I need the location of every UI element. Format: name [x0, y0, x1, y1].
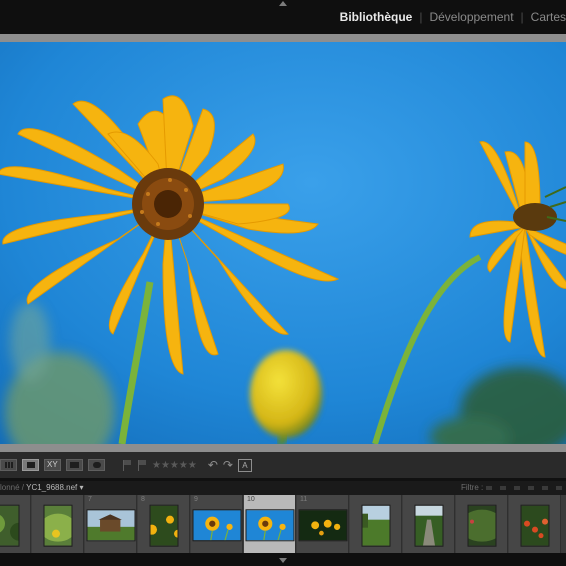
filmstrip-cell-index: 11 [300, 496, 308, 503]
filmstrip-cell[interactable] [509, 495, 561, 553]
module-separator: | [419, 10, 423, 24]
filmstrip-thumbnail[interactable] [361, 504, 390, 547]
face-detection-icon[interactable]: A [237, 458, 252, 472]
filmstrip[interactable]: 7 8 9 10 11 [0, 495, 566, 553]
rotate-left-icon[interactable]: ↶ [208, 458, 218, 472]
viewer-bottom-border [0, 444, 566, 452]
rotate-right-icon[interactable]: ↷ [223, 458, 233, 472]
filter-controls[interactable] [486, 486, 566, 490]
photo-viewer[interactable] [0, 42, 566, 444]
filmstrip-thumbnail[interactable] [245, 509, 294, 542]
filmstrip-thumbnail[interactable] [414, 504, 443, 547]
filmstrip-cell[interactable] [0, 495, 31, 553]
module-bar: Bibliothèque | Développement | Cartes [0, 0, 566, 34]
library-toolbar: XY ★★★★★ ↶ ↷ A [0, 452, 566, 478]
people-view-button[interactable] [88, 459, 105, 471]
filmstrip-cell-index: 7 [88, 496, 92, 503]
module-develop[interactable]: Développement [429, 10, 513, 24]
flag-reject-icon[interactable] [137, 459, 147, 471]
main-photo [0, 42, 566, 444]
filmstrip-source-prefix: lonné / [0, 483, 25, 492]
filter-label: Filtre : [461, 483, 484, 492]
loupe-view-button[interactable] [22, 459, 39, 471]
filmstrip-cell-index: 10 [247, 496, 255, 503]
filmstrip-dropdown-icon[interactable]: ▾ [80, 483, 84, 492]
filmstrip-thumbnail[interactable] [43, 504, 72, 547]
filmstrip-cell[interactable] [403, 495, 455, 553]
viewer-top-border [0, 34, 566, 42]
module-separator: | [520, 10, 524, 24]
module-map[interactable]: Cartes [531, 10, 566, 24]
filmstrip-cell[interactable] [32, 495, 84, 553]
filmstrip-thumbnail[interactable] [520, 504, 549, 547]
filmstrip-header: lonné / YC1_9688.nef ▾ Filtre : [0, 481, 566, 495]
filmstrip-cell[interactable]: 10 [244, 495, 296, 553]
filmstrip-thumbnail[interactable] [149, 504, 178, 547]
bottom-panel-bar [0, 553, 566, 566]
filmstrip-cell[interactable] [456, 495, 508, 553]
module-picker: Bibliothèque | Développement | Cartes [340, 10, 566, 24]
grid-view-button[interactable] [0, 459, 17, 471]
filmstrip-cell[interactable]: 8 [138, 495, 190, 553]
filmstrip-thumbnail[interactable] [467, 504, 496, 547]
star-rating[interactable]: ★★★★★ [152, 460, 197, 471]
top-panel-toggle-icon[interactable] [279, 1, 287, 6]
compare-view-label: XY [47, 460, 58, 469]
filmstrip-source[interactable]: lonné / YC1_9688.nef ▾ [0, 483, 84, 492]
filmstrip-thumbnail[interactable] [192, 509, 241, 542]
filmstrip-cell-index: 9 [194, 496, 198, 503]
flag-pick-icon[interactable] [122, 459, 132, 471]
filmstrip-cell[interactable]: 9 [191, 495, 243, 553]
bottom-panel-toggle-icon[interactable] [279, 558, 287, 563]
filmstrip-thumbnail[interactable] [0, 504, 19, 547]
survey-view-button[interactable] [66, 459, 83, 471]
filmstrip-cell[interactable]: 7 [85, 495, 137, 553]
filmstrip-thumbnail[interactable] [298, 509, 347, 542]
filmstrip-cell[interactable]: 11 [297, 495, 349, 553]
filmstrip-thumbnail[interactable] [86, 509, 135, 542]
compare-view-button[interactable]: XY [44, 459, 61, 471]
filmstrip-cell[interactable] [350, 495, 402, 553]
module-library[interactable]: Bibliothèque [340, 10, 413, 24]
filmstrip-cell-index: 8 [141, 496, 145, 503]
filmstrip-file-name: YC1_9688.nef [26, 483, 78, 492]
